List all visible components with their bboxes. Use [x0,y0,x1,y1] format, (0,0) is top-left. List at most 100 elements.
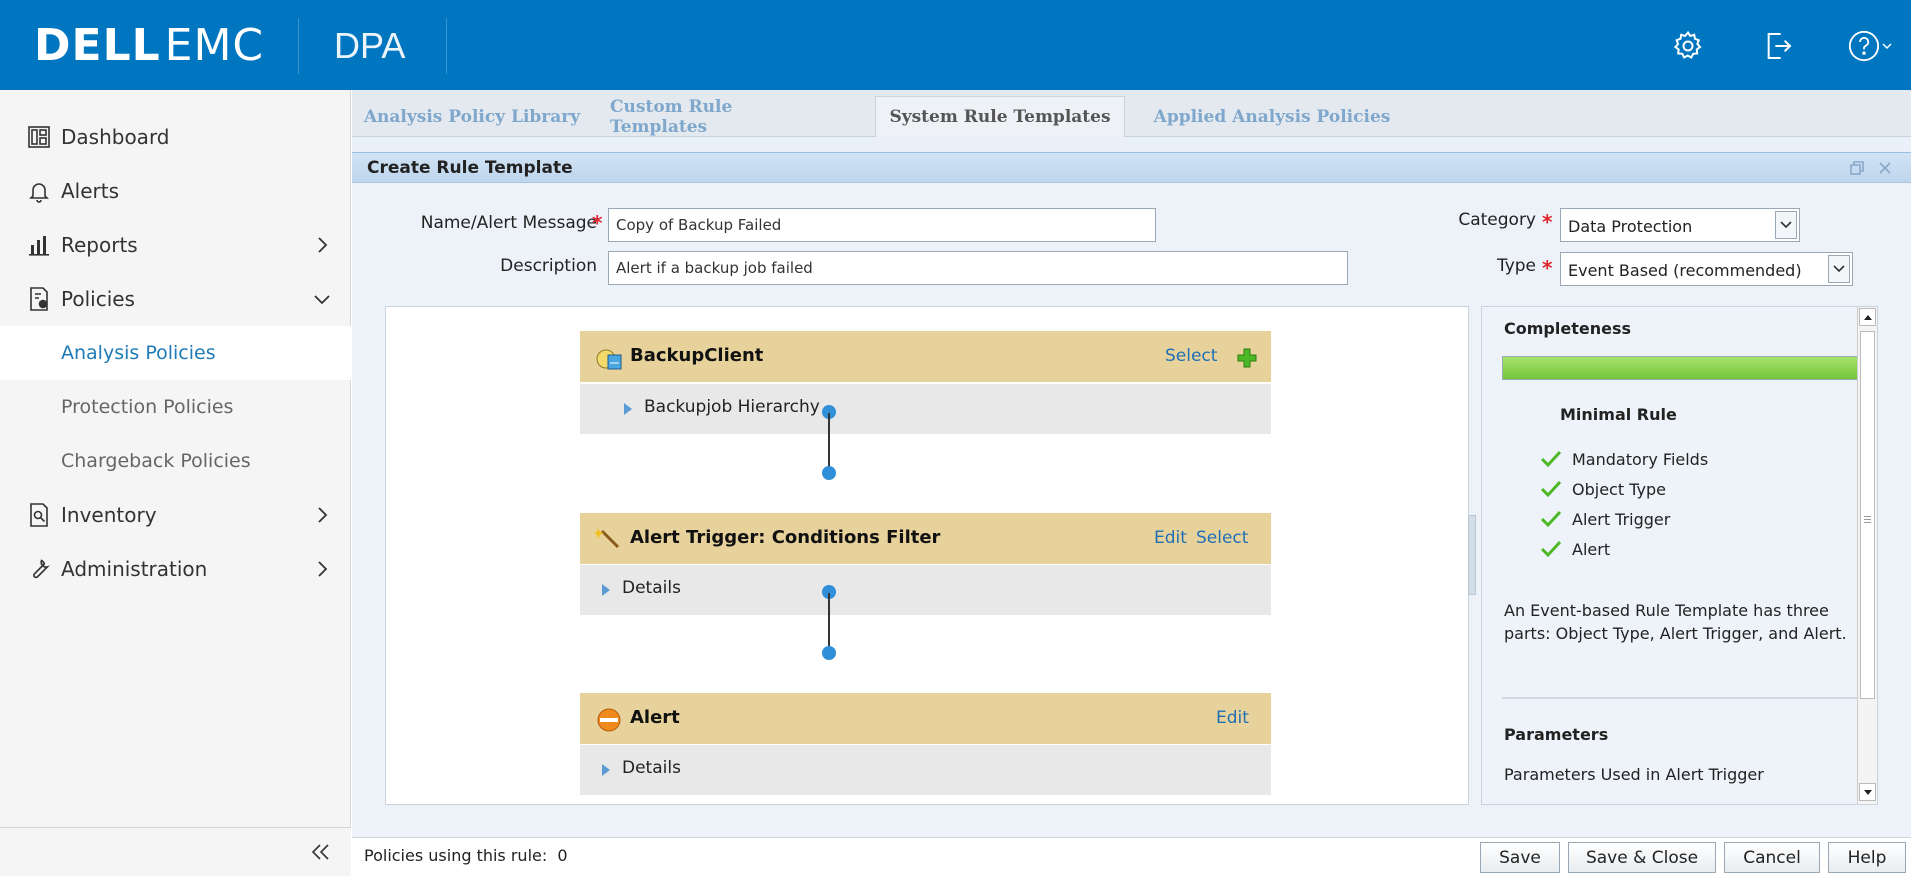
chevron-right-icon [311,558,333,580]
select-object-type-link[interactable]: Select [1165,346,1217,366]
rule-canvas: BackupClient Select Backupjob Hierarchy … [385,306,1469,805]
dialog-footer: Policies using this rule: 0 Save Save & … [352,837,1911,876]
chevron-down-icon[interactable] [1775,211,1797,239]
header-divider [446,18,447,74]
restore-window-icon[interactable] [1847,158,1867,178]
sidebar-item-label: Alerts [61,179,120,203]
edit-alert-link[interactable]: Edit [1216,708,1249,728]
type-label: Type [1496,256,1536,276]
dialog-title: Create Rule Template [367,158,573,178]
expand-triangle-icon[interactable] [602,764,610,776]
add-icon[interactable] [1237,348,1257,368]
rule-level-label: Minimal Rule [1560,405,1677,424]
required-marker: * [592,211,603,235]
save-button[interactable]: Save [1480,842,1560,873]
parameters-title: Parameters [1504,725,1609,744]
check-object-type: Object Type [1540,478,1666,500]
tab-system-rule-templates[interactable]: System Rule Templates [875,96,1125,137]
save-and-close-button[interactable]: Save & Close [1568,842,1716,873]
check-mandatory-fields: Mandatory Fields [1540,448,1708,470]
collapse-sidebar-icon[interactable] [307,838,335,866]
backup-client-icon [596,349,622,370]
cancel-button[interactable]: Cancel [1724,842,1820,873]
completeness-panel: Completeness Minimal Rule Mandatory Fiel… [1481,306,1878,805]
policies-using-rule: Policies using this rule: 0 [364,846,568,865]
logout-icon[interactable] [1758,26,1798,66]
alert-trigger-node-body: Details [580,565,1271,615]
edit-trigger-link[interactable]: Edit [1154,528,1187,548]
sidebar-item-label: Inventory [61,503,157,527]
inventory-icon [26,502,52,528]
parameters-text: Parameters Used in Alert Trigger [1504,765,1764,784]
scrollbar-thumb[interactable] [1860,331,1875,699]
type-select-value: Event Based (recommended) [1568,261,1802,280]
details-label[interactable]: Details [622,758,681,778]
help-icon[interactable] [1842,26,1898,66]
section-divider [1502,697,1864,699]
sidebar-item-policies[interactable]: Policies [0,272,351,326]
tab-custom-rule-templates[interactable]: Custom Rule Templates [610,96,830,137]
category-label: Category [1458,210,1536,230]
tab-analysis-policy-library[interactable]: Analysis Policy Library [362,96,582,137]
dialog-header: Create Rule Template [352,153,1911,183]
sidebar-subitem-protection-policies[interactable]: Protection Policies [0,380,351,434]
wrench-icon [26,556,52,582]
completeness-scrollbar[interactable] [1857,307,1877,804]
sidebar-item-administration[interactable]: Administration [0,542,351,596]
checkmark-icon [1540,540,1562,558]
backupclient-node-body: Backupjob Hierarchy [580,384,1271,434]
hierarchy-label[interactable]: Backupjob Hierarchy [644,397,820,417]
sidebar-item-dashboard[interactable]: Dashboard [0,110,351,164]
name-label: Name/Alert Message [420,213,597,233]
expand-triangle-icon[interactable] [624,403,632,415]
help-button[interactable]: Help [1828,842,1906,873]
alert-icon [597,708,621,732]
connector-dot [822,466,836,480]
header-divider [298,18,299,74]
sidebar-item-label: Administration [61,557,208,581]
expand-triangle-icon[interactable] [602,584,610,596]
progress-fill [1503,357,1861,379]
connector-line [828,413,830,468]
sidebar-item-inventory[interactable]: Inventory [0,488,351,542]
checkmark-icon [1540,510,1562,528]
checkmark-icon [1540,480,1562,498]
details-label[interactable]: Details [622,578,681,598]
sidebar-item-reports[interactable]: Reports [0,218,351,272]
top-bar: DELL EMC DPA [0,0,1911,90]
sidebar-item-label: Policies [61,287,135,311]
connector-line [828,593,830,648]
close-icon[interactable] [1875,158,1895,178]
scroll-down-icon[interactable] [1859,783,1876,801]
chevron-right-icon [311,504,333,526]
description-input[interactable]: Alert if a backup job failed [608,251,1348,285]
scroll-up-icon[interactable] [1859,308,1876,326]
dell-emc-logo: DELL EMC [34,19,265,71]
usage-count: 0 [557,846,568,865]
sidebar-subitem-analysis-policies[interactable]: Analysis Policies [0,326,351,380]
required-marker: * [1542,256,1553,280]
main-content: Analysis Policy Library Custom Rule Temp… [352,90,1911,876]
create-rule-template-dialog: Create Rule Template Name/Alert Message … [352,152,1911,838]
name-alert-message-input[interactable]: Copy of Backup Failed [608,208,1156,242]
type-select[interactable]: Event Based (recommended) [1560,252,1853,286]
select-trigger-link[interactable]: Select [1196,528,1248,548]
chevron-right-icon [311,234,333,256]
chevron-down-icon[interactable] [1828,255,1850,283]
tab-applied-analysis-policies[interactable]: Applied Analysis Policies [1152,96,1392,137]
dashboard-icon [26,124,52,150]
node-title: Alert [630,707,680,728]
sidebar-subitem-chargeback-policies[interactable]: Chargeback Policies [0,434,351,488]
panel-splitter-handle[interactable] [1468,515,1476,595]
sidebar-subitem-label: Protection Policies [61,396,234,418]
check-alert-trigger: Alert Trigger [1540,508,1670,530]
connector-dot [822,646,836,660]
gear-icon[interactable] [1668,26,1708,66]
sidebar-footer [0,827,351,876]
sidebar-item-label: Dashboard [61,125,170,149]
category-select[interactable]: Data Protection [1560,208,1800,242]
sidebar-item-alerts[interactable]: Alerts [0,164,351,218]
policy-icon [26,286,52,312]
completeness-progress-bar [1502,356,1862,380]
wand-icon [594,528,620,549]
